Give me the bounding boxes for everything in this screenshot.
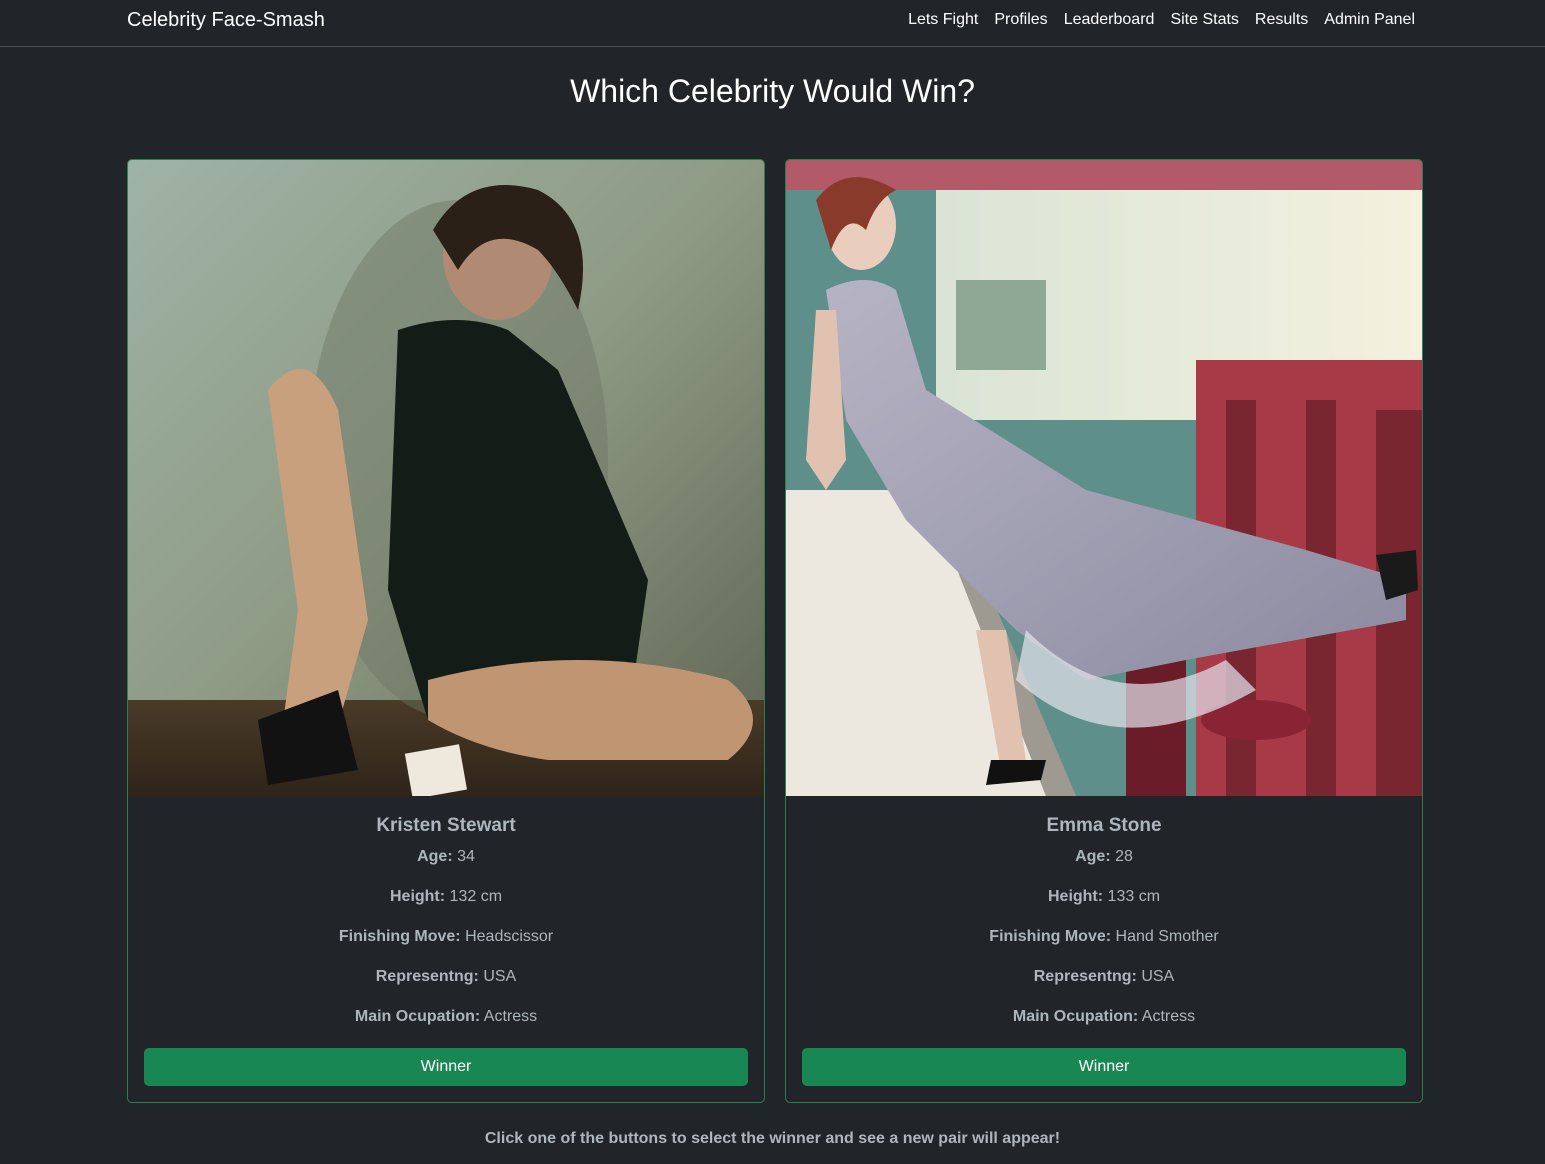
contender-card-right: Emma Stone Age: 28 Height: 133 cm Finish…: [785, 159, 1423, 1103]
stat-finishing-move: Finishing Move: Headscissor: [128, 927, 764, 967]
stat-value: USA: [483, 968, 517, 985]
contender-photo-right: [786, 160, 1422, 796]
contender-info-right: Emma Stone Age: 28 Height: 133 cm Finish…: [786, 796, 1422, 1047]
stat-label: Finishing Move:: [338, 928, 461, 945]
stat-label: Height:: [389, 888, 446, 905]
nav-link-results[interactable]: Results: [1255, 11, 1308, 29]
stat-label: Finishing Move:: [989, 928, 1112, 945]
contender-stats: Age: 28 Height: 133 cm Finishing Move: H…: [786, 847, 1422, 1047]
stat-label: Main Ocupation:: [1012, 1008, 1139, 1025]
stat-value: Headscissor: [465, 928, 554, 945]
contender-name: Kristen Stewart: [376, 815, 516, 836]
stat-value: 34: [457, 848, 475, 865]
nav-link-site-stats[interactable]: Site Stats: [1170, 11, 1238, 29]
stat-representing: Representng: USA: [786, 967, 1422, 1007]
page-title: Which Celebrity Would Win?: [570, 73, 975, 109]
stat-height: Height: 133 cm: [786, 887, 1422, 927]
nav-link-profiles[interactable]: Profiles: [994, 11, 1047, 29]
stat-age: Age: 28: [786, 847, 1422, 887]
contender-photo-left: [128, 160, 764, 796]
stat-label: Age:: [1075, 848, 1111, 865]
stat-height: Height: 132 cm: [128, 887, 764, 927]
contender-stats: Age: 34 Height: 132 cm Finishing Move: H…: [128, 847, 764, 1047]
stat-value: Hand Smother: [1115, 928, 1219, 945]
stat-value: 132 cm: [449, 888, 503, 905]
winner-button-left[interactable]: Winner: [144, 1048, 748, 1086]
instruction-text: Click one of the buttons to select the w…: [484, 1130, 1061, 1147]
nav-link-admin-panel[interactable]: Admin Panel: [1324, 11, 1415, 29]
stat-occupation: Main Ocupation: Actress: [786, 1007, 1422, 1047]
contender-card-left: Kristen Stewart Age: 34 Height: 132 cm F…: [127, 159, 765, 1103]
stat-value: Actress: [483, 1008, 538, 1025]
stat-label: Main Ocupation:: [354, 1008, 481, 1025]
portrait-photo-icon: [128, 160, 764, 796]
stat-label: Representng:: [375, 968, 479, 985]
stat-label: Age:: [417, 848, 453, 865]
stat-label: Representng:: [1033, 968, 1137, 985]
nav-link-lets-fight[interactable]: Lets Fight: [908, 11, 978, 29]
contender-name: Emma Stone: [1046, 815, 1162, 836]
stat-value: 133 cm: [1107, 888, 1161, 905]
stat-finishing-move: Finishing Move: Hand Smother: [786, 927, 1422, 967]
stat-occupation: Main Ocupation: Actress: [128, 1007, 764, 1047]
nav-links: Lets Fight Profiles Leaderboard Site Sta…: [908, 11, 1415, 29]
stat-value: Actress: [1141, 1008, 1196, 1025]
stat-age: Age: 34: [128, 847, 764, 887]
stat-label: Height:: [1047, 888, 1104, 905]
brand-link[interactable]: Celebrity Face-Smash: [127, 9, 325, 32]
portrait-photo-icon: [786, 160, 1422, 796]
nav-link-leaderboard[interactable]: Leaderboard: [1064, 11, 1155, 29]
stat-representing: Representng: USA: [128, 967, 764, 1007]
stat-value: USA: [1141, 968, 1175, 985]
stat-value: 28: [1115, 848, 1133, 865]
winner-button-right[interactable]: Winner: [802, 1048, 1406, 1086]
top-navbar: Celebrity Face-Smash Lets Fight Profiles…: [0, 0, 1545, 47]
contender-info-left: Kristen Stewart Age: 34 Height: 132 cm F…: [128, 796, 764, 1047]
